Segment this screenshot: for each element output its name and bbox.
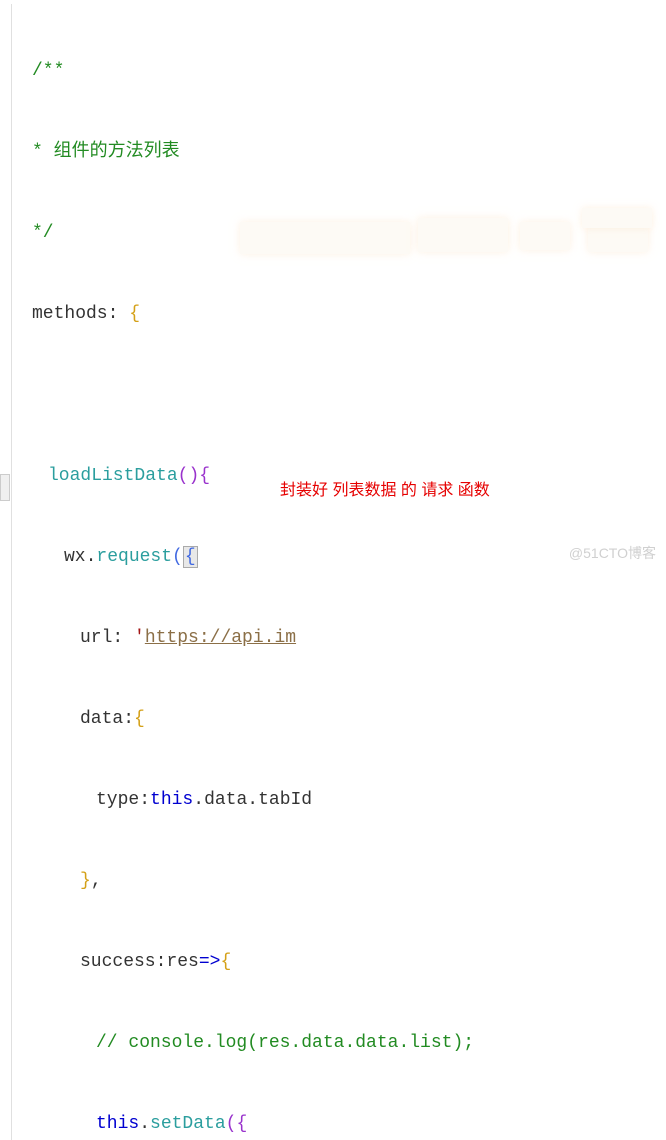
console-comment: // console.log(res.data.data.list); bbox=[96, 1033, 474, 1053]
type-key: type bbox=[96, 790, 139, 810]
res-param: res bbox=[166, 952, 198, 972]
this-keyword: this bbox=[150, 790, 193, 810]
url-key: url bbox=[80, 628, 112, 648]
comment-open: /** bbox=[32, 61, 64, 81]
url-value: https://api.im bbox=[145, 628, 296, 648]
methods-key: methods bbox=[32, 304, 108, 324]
cursor-position[interactable]: { bbox=[183, 546, 198, 568]
gutter-highlight bbox=[0, 474, 10, 501]
redacted-region bbox=[240, 222, 410, 254]
tabId-prop: tabId bbox=[258, 790, 312, 810]
redacted-region bbox=[582, 208, 652, 228]
annotation-text: 封装好 列表数据 的 请求 函数 bbox=[280, 479, 490, 503]
redacted-region bbox=[418, 218, 508, 252]
comment-body: * 组件的方法列表 bbox=[32, 142, 180, 162]
redacted-region bbox=[520, 222, 570, 250]
brace-open: { bbox=[129, 304, 140, 324]
watermark: @51CTO博客 bbox=[569, 543, 656, 564]
wx-object: wx bbox=[64, 547, 86, 567]
code-content: /** * 组件的方法列表 */ methods: { loadListData… bbox=[14, 4, 664, 1140]
code-editor: /** * 组件的方法列表 */ methods: { loadListData… bbox=[2, 4, 664, 1140]
setData-method: setData bbox=[150, 1114, 226, 1134]
method-loadListData: loadListData bbox=[48, 466, 178, 486]
request-method: request bbox=[96, 547, 172, 567]
comment-close: */ bbox=[32, 223, 54, 243]
success-key: success bbox=[80, 952, 156, 972]
editor-gutter bbox=[2, 4, 12, 1140]
data-key: data bbox=[80, 709, 123, 729]
